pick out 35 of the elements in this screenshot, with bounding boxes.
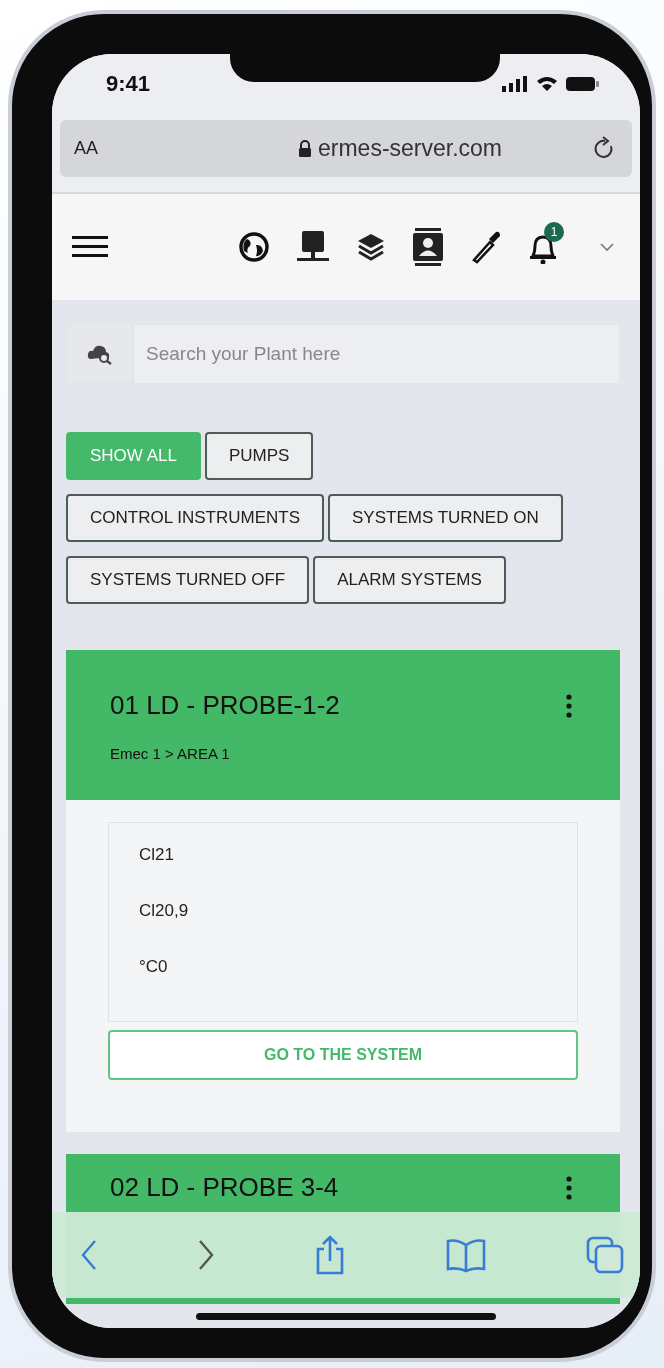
filter-button[interactable]: PUMPS bbox=[204, 432, 314, 480]
more-options-icon[interactable] bbox=[566, 1175, 572, 1200]
wifi-icon bbox=[536, 76, 558, 92]
eyedropper-icon[interactable] bbox=[470, 230, 502, 264]
computer-network-icon[interactable] bbox=[296, 230, 330, 264]
url-text: ermes-server.com bbox=[298, 135, 503, 162]
lock-icon bbox=[298, 140, 312, 157]
book-icon[interactable] bbox=[445, 1237, 487, 1273]
address-bar[interactable]: AA ermes-server.com bbox=[60, 120, 632, 177]
text-size-button[interactable]: AA bbox=[74, 138, 98, 159]
reading-value: Cl20,9 bbox=[139, 901, 190, 922]
filter-button[interactable]: SYSTEMS TURNED OFF bbox=[66, 556, 310, 604]
share-icon[interactable] bbox=[314, 1235, 346, 1275]
chevron-down-icon[interactable] bbox=[600, 242, 614, 252]
battery-icon bbox=[566, 76, 600, 92]
globe-icon[interactable] bbox=[238, 231, 270, 263]
notification-badge: 1 bbox=[544, 222, 564, 242]
filter-button[interactable]: SYSTEMS TURNED ON bbox=[328, 494, 563, 542]
reading-value: Cl21 bbox=[139, 845, 175, 866]
filter-button[interactable]: ALARM SYSTEMS bbox=[313, 556, 506, 604]
signal-icon bbox=[502, 76, 528, 92]
card-title: 01 LD - PROBE-1-2 bbox=[110, 690, 340, 721]
card-path: Emec 1 > AREA 1 bbox=[110, 745, 231, 762]
forward-icon[interactable] bbox=[197, 1239, 215, 1271]
status-time: 9:41 bbox=[106, 71, 151, 97]
menu-icon[interactable] bbox=[72, 235, 108, 259]
back-icon[interactable] bbox=[80, 1239, 98, 1271]
more-options-icon[interactable] bbox=[566, 693, 572, 718]
reading-value: °C0 bbox=[139, 957, 169, 978]
filter-button[interactable]: CONTROL INSTRUMENTS bbox=[66, 494, 324, 542]
contact-card-icon[interactable] bbox=[412, 228, 444, 266]
tabs-icon[interactable] bbox=[586, 1236, 624, 1274]
layers-icon[interactable] bbox=[356, 232, 386, 262]
cloud-search-icon bbox=[87, 343, 113, 365]
card-title: 02 LD - PROBE 3-4 bbox=[110, 1172, 339, 1203]
